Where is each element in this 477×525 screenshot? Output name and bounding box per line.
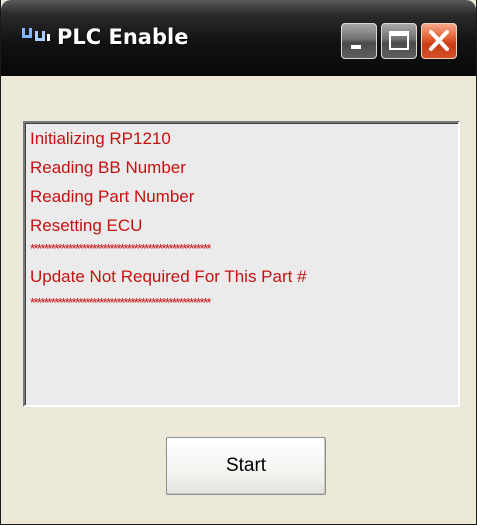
- log-line: Resetting ECU: [30, 216, 143, 235]
- plc-network-icon[interactable]: [21, 26, 51, 46]
- log-line: Reading BB Number: [30, 158, 186, 177]
- log-line: Update Not Required For This Part #: [30, 267, 307, 286]
- status-log[interactable]: Initializing RP1210 Reading BB Number Re…: [23, 121, 460, 407]
- log-line: Reading Part Number: [30, 187, 195, 206]
- window-title: PLC Enable: [57, 25, 189, 49]
- plc-enable-window: PLC Enable Initializing RP1210 Reading B…: [0, 0, 477, 525]
- log-separator: ****************************************…: [30, 241, 211, 256]
- minimize-icon: [351, 45, 361, 49]
- close-button[interactable]: [421, 23, 457, 59]
- maximize-button[interactable]: [381, 23, 417, 59]
- maximize-icon: [389, 31, 409, 50]
- minimize-button[interactable]: [341, 23, 377, 59]
- log-separator: ****************************************…: [30, 295, 211, 310]
- title-bar[interactable]: PLC Enable: [1, 0, 476, 76]
- log-line: Initializing RP1210: [30, 129, 171, 148]
- start-button[interactable]: Start: [166, 437, 326, 495]
- close-icon: [429, 30, 449, 51]
